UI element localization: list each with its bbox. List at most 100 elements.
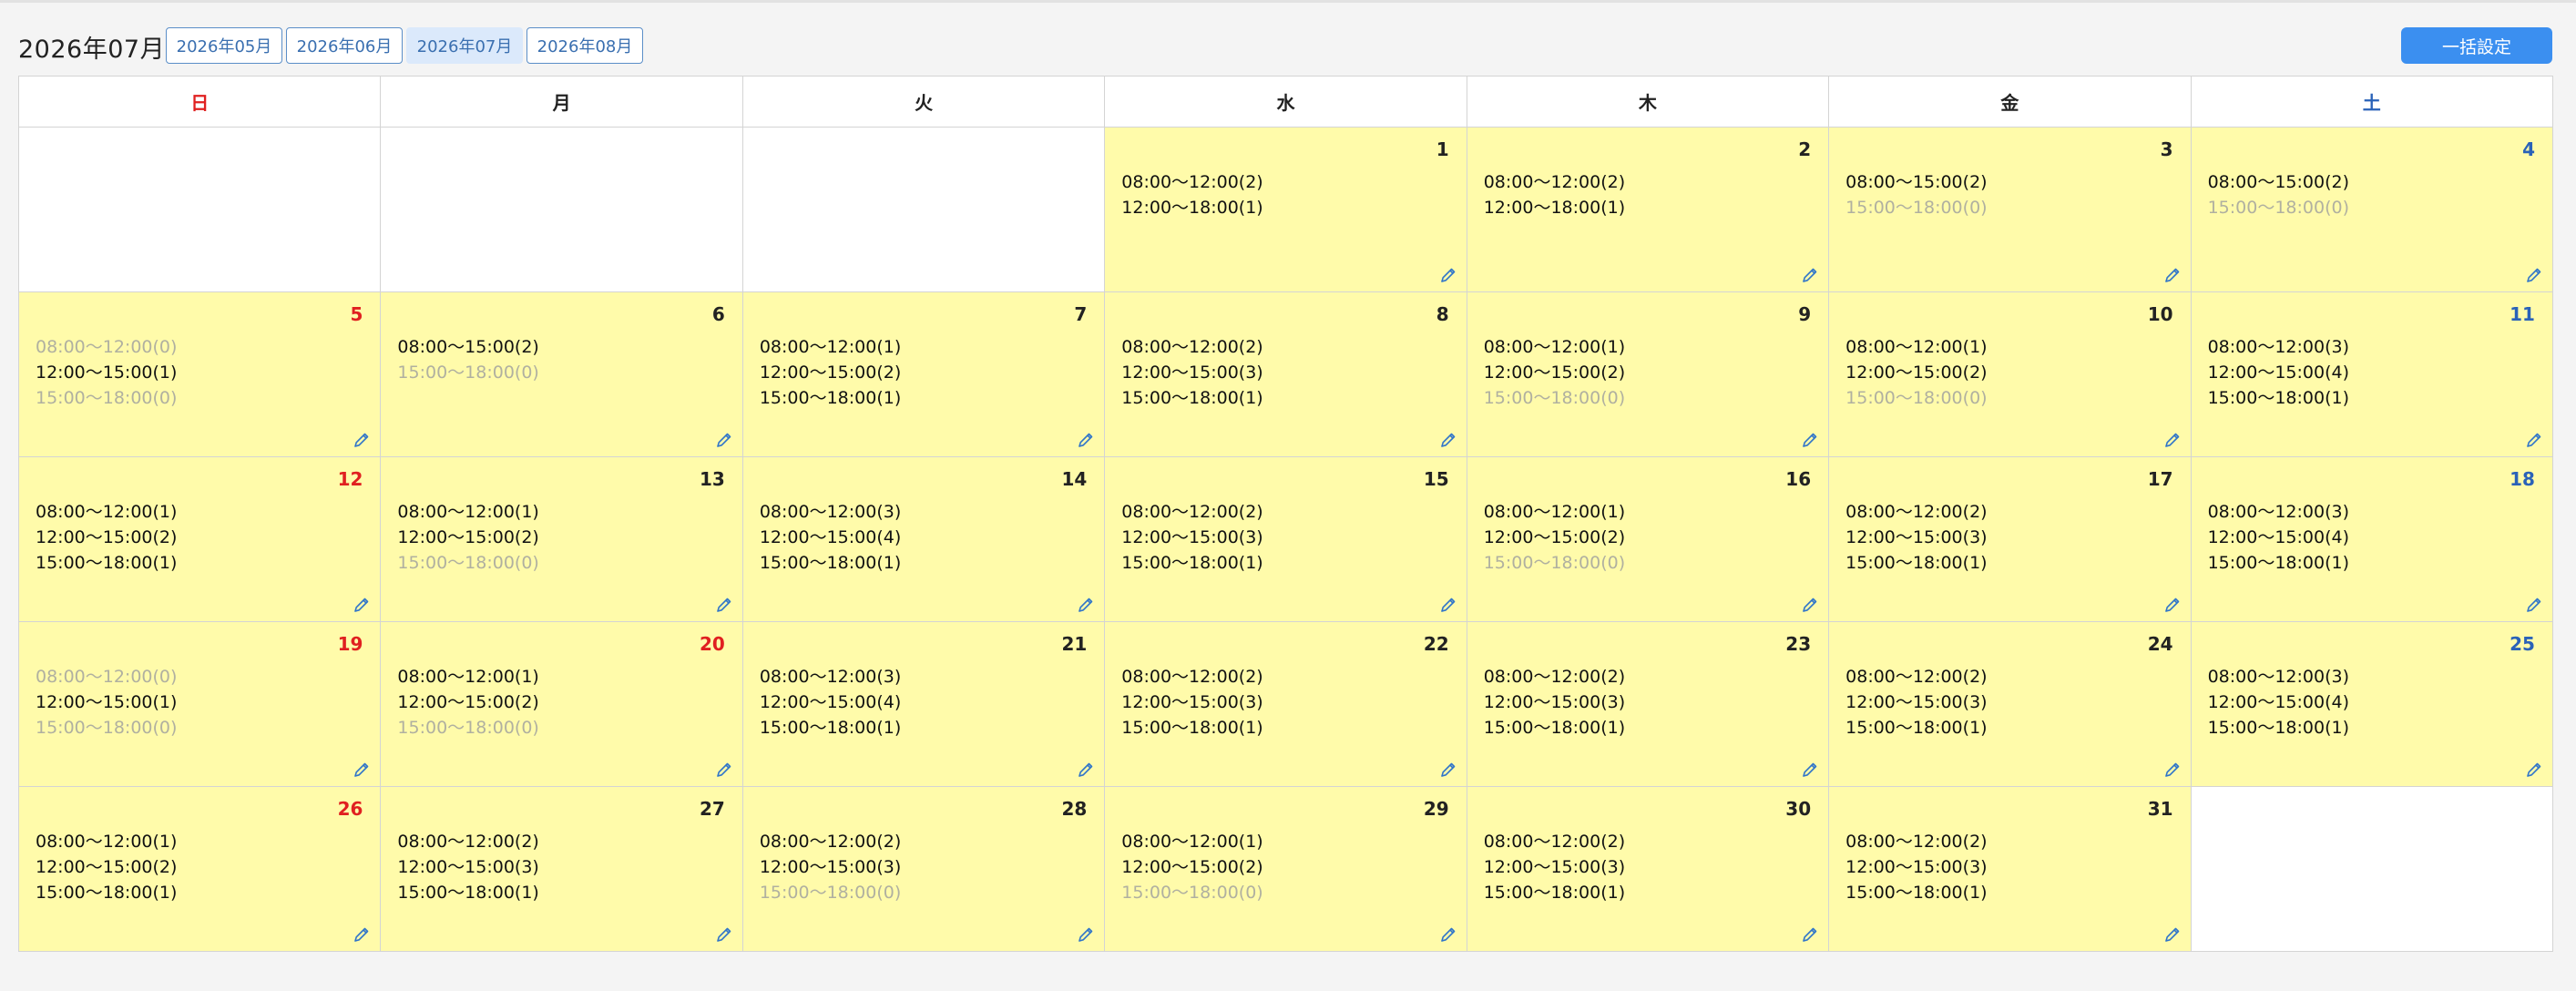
time-slot: 08:00〜12:00(1) (759, 337, 902, 357)
pencil-icon[interactable] (353, 431, 371, 449)
time-slot: 12:00〜15:00(4) (759, 527, 902, 547)
day-number: 11 (2510, 303, 2535, 325)
day-cell[interactable]: 1 08:00〜12:00(2) 12:00〜18:00(1) (1105, 128, 1467, 292)
day-cell[interactable]: 5 08:00〜12:00(0) 12:00〜15:00(1) 15:00〜18:00… (19, 292, 382, 457)
day-cell[interactable]: 15 08:00〜12:00(2) 12:00〜15:00(3) 15:00〜18:0… (1105, 457, 1467, 622)
month-tab[interactable]: 2026年06月 (286, 27, 403, 64)
time-slot-list: 08:00〜12:00(1) 12:00〜15:00(2) 15:00〜18:00(… (1121, 829, 1262, 905)
empty-day-cell (381, 128, 743, 292)
time-slot: 15:00〜18:00(0) (1845, 198, 1988, 218)
month-tab-active[interactable]: 2026年07月 (406, 27, 523, 64)
pencil-icon[interactable] (1801, 596, 1819, 614)
pencil-icon[interactable] (1439, 596, 1457, 614)
pencil-icon[interactable] (2525, 266, 2543, 284)
month-tab[interactable]: 2026年08月 (526, 27, 643, 64)
time-slot: 08:00〜12:00(1) (397, 667, 539, 687)
day-cell[interactable]: 13 08:00〜12:00(1) 12:00〜15:00(2) 15:00〜18:0… (381, 457, 743, 622)
day-cell[interactable]: 26 08:00〜12:00(1) 12:00〜15:00(2) 15:00〜18:0… (19, 787, 382, 952)
day-cell[interactable]: 17 08:00〜12:00(2) 12:00〜15:00(3) 15:00〜18:0… (1829, 457, 2192, 622)
day-cell[interactable]: 8 08:00〜12:00(2) 12:00〜15:00(3) 15:00〜18:00… (1105, 292, 1467, 457)
time-slot-list: 08:00〜12:00(1) 12:00〜15:00(2) 15:00〜18:00(… (397, 664, 538, 741)
day-cell[interactable]: 27 08:00〜12:00(2) 12:00〜15:00(3) 15:00〜18:0… (381, 787, 743, 952)
pencil-icon[interactable] (1439, 925, 1457, 944)
pencil-icon[interactable] (353, 761, 371, 779)
pencil-icon[interactable] (2163, 266, 2182, 284)
bulk-settings-button[interactable]: 一括設定 (2401, 27, 2552, 64)
day-cell[interactable]: 22 08:00〜12:00(2) 12:00〜15:00(3) 15:00〜18:0… (1105, 622, 1467, 787)
pencil-icon[interactable] (353, 925, 371, 944)
day-cell[interactable]: 6 08:00〜15:00(2) 15:00〜18:00(0) (381, 292, 743, 457)
pencil-icon[interactable] (2163, 925, 2182, 944)
day-cell[interactable]: 24 08:00〜12:00(2) 12:00〜15:00(3) 15:00〜18:0… (1829, 622, 2192, 787)
day-cell[interactable]: 10 08:00〜12:00(1) 12:00〜15:00(2) 15:00〜18:0… (1829, 292, 2192, 457)
pencil-icon[interactable] (1439, 266, 1457, 284)
pencil-icon[interactable] (2525, 596, 2543, 614)
day-cell[interactable]: 9 08:00〜12:00(1) 12:00〜15:00(2) 15:00〜18:00… (1467, 292, 1830, 457)
day-cell[interactable]: 23 08:00〜12:00(2) 12:00〜15:00(3) 15:00〜18:0… (1467, 622, 1830, 787)
day-cell[interactable]: 7 08:00〜12:00(1) 12:00〜15:00(2) 15:00〜18:00… (742, 292, 1106, 457)
pencil-icon[interactable] (1801, 925, 1819, 944)
pencil-icon[interactable] (353, 596, 371, 614)
time-slot: 15:00〜18:00(0) (1483, 388, 1626, 408)
pencil-icon[interactable] (1077, 925, 1095, 944)
day-cell[interactable]: 31 08:00〜12:00(2) 12:00〜15:00(3) 15:00〜18:0… (1829, 787, 2192, 952)
weekday-header-sat: 土 (2191, 77, 2553, 128)
time-slot: 15:00〜18:00(0) (36, 718, 178, 738)
day-cell[interactable]: 20 08:00〜12:00(1) 12:00〜15:00(2) 15:00〜18:0… (381, 622, 743, 787)
time-slot: 15:00〜18:00(0) (759, 883, 902, 903)
pencil-icon[interactable] (2525, 431, 2543, 449)
month-tab[interactable]: 2026年05月 (166, 27, 282, 64)
time-slot: 12:00〜15:00(4) (2207, 527, 2349, 547)
weekday-header-tue: 火 (742, 77, 1106, 128)
pencil-icon[interactable] (1801, 266, 1819, 284)
day-cell[interactable]: 30 08:00〜12:00(2) 12:00〜15:00(3) 15:00〜18:0… (1467, 787, 1830, 952)
pencil-icon[interactable] (1077, 761, 1095, 779)
day-cell[interactable]: 25 08:00〜12:00(3) 12:00〜15:00(4) 15:00〜18:0… (2191, 622, 2553, 787)
empty-day-cell (19, 128, 382, 292)
pencil-icon[interactable] (1077, 431, 1095, 449)
day-cell[interactable]: 18 08:00〜12:00(3) 12:00〜15:00(4) 15:00〜18:0… (2191, 457, 2553, 622)
day-cell[interactable]: 2 08:00〜12:00(2) 12:00〜18:00(1) (1467, 128, 1830, 292)
time-slot-list: 08:00〜12:00(2) 12:00〜18:00(1) (1484, 169, 1625, 220)
time-slot-list: 08:00〜12:00(1) 12:00〜15:00(2) 15:00〜18:00(… (36, 829, 177, 905)
day-cell[interactable]: 11 08:00〜12:00(3) 12:00〜15:00(4) 15:00〜18:0… (2191, 292, 2553, 457)
time-slot: 12:00〜15:00(2) (759, 363, 902, 383)
pencil-icon[interactable] (715, 925, 733, 944)
time-slot: 15:00〜18:00(0) (1845, 388, 1988, 408)
day-number: 31 (2147, 798, 2173, 820)
day-cell[interactable]: 29 08:00〜12:00(1) 12:00〜15:00(2) 15:00〜18:0… (1105, 787, 1467, 952)
weekday-header-sun: 日 (19, 77, 382, 128)
pencil-icon[interactable] (715, 596, 733, 614)
day-cell[interactable]: 3 08:00〜15:00(2) 15:00〜18:00(0) (1829, 128, 2192, 292)
time-slot: 12:00〜15:00(3) (397, 857, 539, 877)
pencil-icon[interactable] (1439, 761, 1457, 779)
pencil-icon[interactable] (1801, 431, 1819, 449)
pencil-icon[interactable] (1077, 596, 1095, 614)
day-cell[interactable]: 16 08:00〜12:00(1) 12:00〜15:00(2) 15:00〜18:0… (1467, 457, 1830, 622)
day-cell[interactable]: 28 08:00〜12:00(2) 12:00〜15:00(3) 15:00〜18:0… (742, 787, 1106, 952)
time-slot: 12:00〜15:00(3) (1483, 857, 1626, 877)
pencil-icon[interactable] (715, 761, 733, 779)
time-slot: 12:00〜15:00(2) (36, 857, 178, 877)
day-cell[interactable]: 4 08:00〜15:00(2) 15:00〜18:00(0) (2191, 128, 2553, 292)
day-cell[interactable]: 14 08:00〜12:00(3) 12:00〜15:00(4) 15:00〜18:0… (742, 457, 1106, 622)
time-slot-list: 08:00〜12:00(0) 12:00〜15:00(1) 15:00〜18:00(… (36, 334, 177, 411)
pencil-icon[interactable] (2163, 761, 2182, 779)
time-slot: 08:00〜12:00(2) (759, 832, 902, 852)
empty-day-cell (742, 128, 1106, 292)
time-slot-list: 08:00〜12:00(3) 12:00〜15:00(4) 15:00〜18:00(… (760, 499, 901, 576)
day-number: 18 (2510, 468, 2535, 490)
pencil-icon[interactable] (1439, 431, 1457, 449)
pencil-icon[interactable] (2163, 431, 2182, 449)
time-slot: 08:00〜12:00(2) (1121, 337, 1263, 357)
day-number: 4 (2522, 138, 2535, 160)
pencil-icon[interactable] (2163, 596, 2182, 614)
day-cell[interactable]: 12 08:00〜12:00(1) 12:00〜15:00(2) 15:00〜18:0… (19, 457, 382, 622)
time-slot: 15:00〜18:00(1) (1483, 718, 1626, 738)
day-cell[interactable]: 19 08:00〜12:00(0) 12:00〜15:00(1) 15:00〜18:0… (19, 622, 382, 787)
day-number: 20 (700, 633, 725, 655)
pencil-icon[interactable] (2525, 761, 2543, 779)
pencil-icon[interactable] (1801, 761, 1819, 779)
pencil-icon[interactable] (715, 431, 733, 449)
day-cell[interactable]: 21 08:00〜12:00(3) 12:00〜15:00(4) 15:00〜18:0… (742, 622, 1106, 787)
